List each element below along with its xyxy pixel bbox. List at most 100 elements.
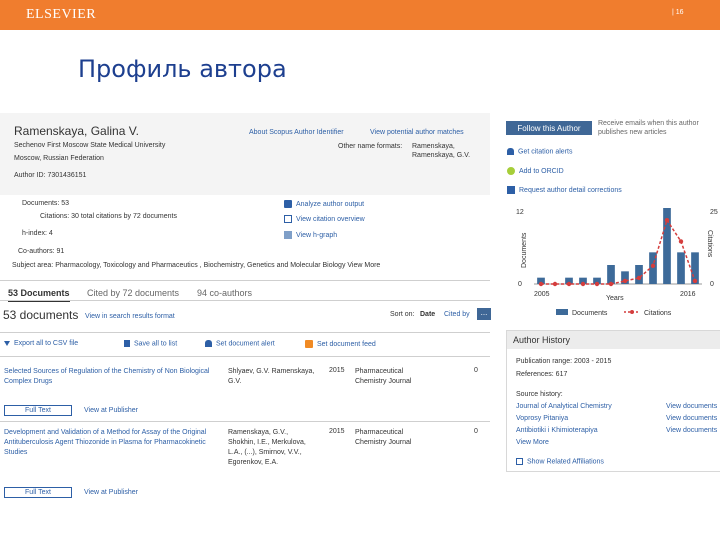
view-potential-matches-link[interactable]: View potential author matches (370, 129, 464, 136)
author-location: Moscow, Russian Federation (14, 155, 104, 162)
citations-point (594, 281, 600, 287)
orcid-icon (507, 167, 515, 175)
save-icon (124, 340, 130, 347)
set-document-feed-label: Set document feed (317, 340, 376, 348)
x-axis-start-tick: 2005 (534, 291, 550, 298)
expand-icon (516, 458, 523, 465)
document-authors: Ramenskaya, G.V., Shokhin, I.E., Merkulo… (228, 429, 306, 466)
citations-line (541, 218, 696, 285)
x-axis-label: Years (606, 295, 624, 302)
about-author-identifier-link[interactable]: About Scopus Author Identifier (249, 129, 344, 136)
chart-icon (507, 186, 515, 194)
other-name-format-2: Ramenskaya, G.V. (412, 152, 471, 159)
source-history-item[interactable]: Voprosy Pitaniya (516, 415, 568, 422)
view-documents-link[interactable]: View documents (666, 415, 717, 422)
author-affiliation: Sechenov First Moscow State Medical Univ… (14, 142, 166, 149)
source-history-item[interactable]: Antibiotiki i Khimioterapiya (516, 427, 598, 434)
save-to-list-label: Save all to list (134, 340, 178, 348)
citations-point (566, 281, 572, 287)
request-corrections-label: Request author detail corrections (519, 186, 622, 194)
tabs-divider-bottom (0, 300, 490, 301)
h-index: h-index: 4 (22, 230, 53, 237)
h-graph-link[interactable]: View h-graph (284, 231, 337, 239)
citation-alerts-link[interactable]: Get citation alerts (507, 148, 572, 155)
tab-coauthors[interactable]: 94 co-authors (197, 288, 252, 298)
export-csv-label: Export all to CSV file (14, 340, 79, 347)
sort-date-option[interactable]: Date (420, 311, 435, 318)
document-authors: Shlyaev, G.V. Ramenskaya, G.V. (228, 368, 315, 385)
legend-documents-label: Documents (572, 310, 608, 317)
tabs-divider-top (0, 280, 490, 281)
x-axis-end-tick: 2016 (680, 291, 696, 298)
tab-cited-by[interactable]: Cited by 72 documents (87, 288, 179, 298)
set-document-alert-link[interactable]: Set document alert (205, 340, 275, 347)
document-year: 2015 (329, 367, 345, 374)
author-history-title: Author History (513, 335, 571, 345)
set-document-feed-link[interactable]: Set document feed (305, 340, 376, 348)
document-cited-count: 0 (474, 428, 478, 435)
full-text-button[interactable]: Full Text (4, 487, 72, 498)
citations-point (552, 281, 558, 287)
legend-citations-marker (630, 310, 634, 314)
analyze-output-label: Analyze author output (296, 200, 365, 208)
results-count: 53 documents (3, 308, 79, 322)
table-icon (284, 215, 292, 223)
documents-bar (677, 252, 685, 284)
documents-count: Documents: 53 (22, 200, 70, 207)
left-axis-min-tick: 0 (518, 281, 522, 288)
related-affiliations-link[interactable]: Show Related Affiliations (516, 458, 604, 465)
citations-point (650, 263, 656, 268)
view-more-link[interactable]: View More (516, 439, 549, 446)
view-documents-link[interactable]: View documents (666, 403, 717, 410)
slide-title: Профиль автора (78, 55, 287, 83)
citation-alerts-label: Get citation alerts (518, 148, 573, 156)
legend-documents-swatch (556, 309, 568, 315)
download-icon (4, 340, 10, 346)
source-history-item[interactable]: Journal of Analytical Chemistry (516, 403, 612, 410)
view-at-publisher-link[interactable]: View at Publisher (84, 407, 138, 414)
citations-point (608, 281, 614, 287)
author-history-panel (506, 330, 720, 472)
sort-label: Sort on: (390, 311, 415, 318)
chart-icon (284, 200, 292, 208)
full-text-button[interactable]: Full Text (4, 405, 72, 416)
request-corrections-link[interactable]: Request author detail corrections (507, 186, 622, 194)
view-in-search-results-link[interactable]: View in search results format (85, 313, 175, 320)
legend-citations-label: Citations (644, 310, 672, 317)
view-at-publisher-link[interactable]: View at Publisher (84, 489, 138, 496)
citations-point (622, 278, 628, 284)
citations-point (692, 278, 698, 284)
left-axis-max-tick: 12 (516, 209, 524, 216)
page-number: | 16 (672, 9, 684, 16)
export-csv-link[interactable]: Export all to CSV file (4, 340, 78, 347)
references-count: References: 617 (516, 371, 568, 378)
right-axis-min-tick: 0 (710, 281, 714, 288)
elsevier-logo: ELSEVIER (26, 7, 97, 22)
results-divider (0, 356, 490, 357)
sort-cited-option[interactable]: Cited by (444, 311, 470, 318)
right-axis-label: Citations (706, 230, 713, 258)
citation-overview-link[interactable]: View citation overview (284, 215, 365, 223)
documents-citations-chart: 12 0 25 0 Documents Citations 2005 2016 … (516, 208, 718, 317)
document-title[interactable]: Development and Validation of a Method f… (4, 428, 222, 458)
sort-more-button[interactable]: ... (477, 308, 491, 320)
actions-divider (0, 332, 490, 333)
publication-range: Publication range: 2003 - 2015 (516, 358, 612, 365)
add-to-orcid-link[interactable]: Add to ORCID (507, 167, 564, 175)
source-history-label: Source history: (516, 391, 563, 398)
right-axis-max-tick: 25 (710, 209, 718, 216)
analyze-output-link[interactable]: Analyze author output (284, 200, 364, 208)
author-id: Author ID: 7301436151 (14, 172, 87, 179)
author-name: Ramenskaya, Galina V. (14, 124, 139, 138)
subject-areas: Subject area: Pharmacology, Toxicology a… (12, 262, 381, 269)
view-documents-link[interactable]: View documents (666, 427, 717, 434)
citations-point (538, 281, 544, 287)
citations-point (664, 217, 670, 223)
follow-author-button[interactable]: Follow this Author (506, 121, 592, 135)
coauthors-count: Co-authors: 91 (18, 248, 65, 255)
document-divider (0, 421, 490, 422)
save-to-list-link[interactable]: Save all to list (124, 340, 177, 347)
left-axis-label: Documents (521, 232, 528, 268)
other-name-format-1: Ramenskaya, (412, 143, 455, 150)
document-title[interactable]: Selected Sources of Regulation of the Ch… (4, 367, 222, 387)
